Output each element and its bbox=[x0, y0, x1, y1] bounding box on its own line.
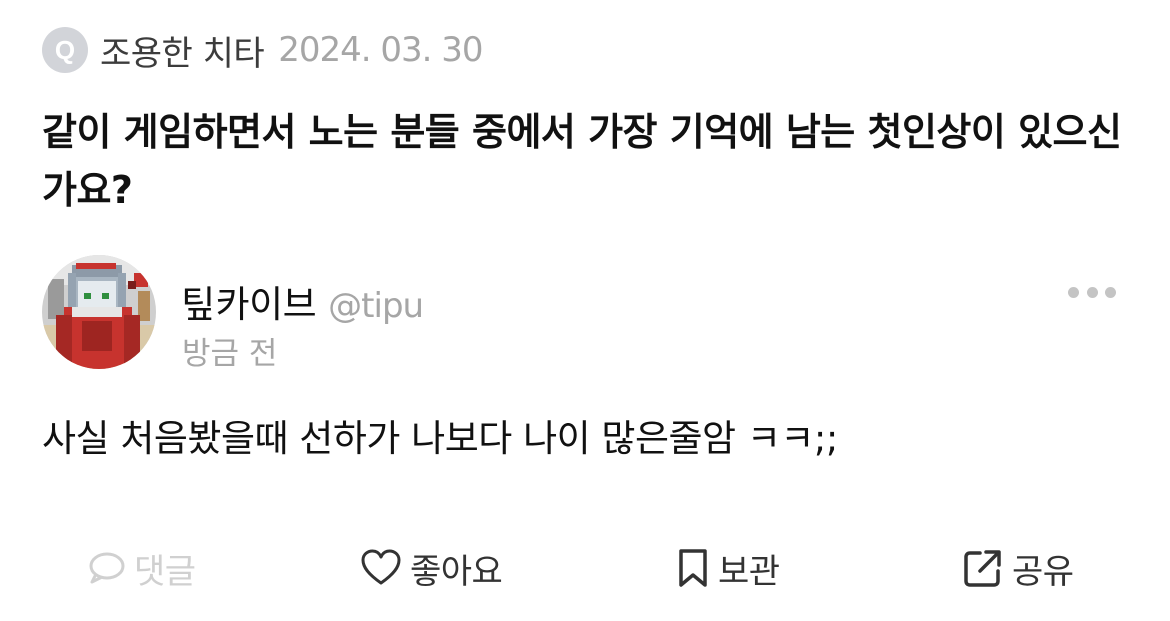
answerer-handle[interactable]: @tipu bbox=[328, 286, 424, 326]
question-header: Q 조용한 치타 2024. 03. 30 bbox=[42, 26, 484, 75]
action-bar: 댓글 좋아요 보관 공유 bbox=[0, 540, 1170, 596]
comment-label: 댓글 bbox=[134, 551, 196, 592]
avatar[interactable] bbox=[42, 255, 156, 369]
save-label: 보관 bbox=[718, 551, 780, 592]
answer-meta: 팊카이브 @tipu 방금 전 bbox=[182, 274, 424, 373]
question-text[interactable]: 같이 게임하면서 노는 분들 중에서 가장 기억에 남는 첫인상이 있으신가요? bbox=[42, 103, 1142, 219]
share-label: 공유 bbox=[1012, 551, 1074, 592]
save-button[interactable]: 보관 bbox=[676, 540, 780, 596]
more-dots-icon bbox=[1105, 286, 1116, 298]
answer-text: 사실 처음봤을때 선하가 나보다 나이 많은줄암 ㅋㅋ;; bbox=[42, 417, 838, 460]
comment-button[interactable]: 댓글 bbox=[86, 540, 196, 596]
bookmark-icon bbox=[679, 549, 707, 587]
like-label: 좋아요 bbox=[410, 551, 503, 592]
more-options-button[interactable] bbox=[1068, 280, 1116, 304]
asker-name[interactable]: 조용한 치타 bbox=[100, 26, 265, 75]
more-dots-icon bbox=[1086, 286, 1098, 298]
answer-card: Q 조용한 치타 2024. 03. 30 같이 게임하면서 노는 분들 중에서… bbox=[0, 0, 1170, 621]
like-button[interactable]: 좋아요 bbox=[360, 540, 503, 596]
more-dots-icon bbox=[1068, 286, 1079, 298]
heart-icon bbox=[361, 549, 401, 585]
minecraft-skin-avatar-icon bbox=[42, 255, 156, 369]
comment-bubble-icon bbox=[89, 552, 125, 584]
share-icon bbox=[964, 550, 1001, 587]
question-date: 2024. 03. 30 bbox=[278, 30, 483, 70]
answer-time: 방금 전 bbox=[182, 336, 278, 372]
question-badge-icon: Q bbox=[42, 27, 88, 73]
answerer-name[interactable]: 팊카이브 bbox=[182, 274, 317, 328]
answerer-row: 팊카이브 @tipu bbox=[182, 274, 424, 326]
share-button[interactable]: 공유 bbox=[962, 540, 1074, 596]
